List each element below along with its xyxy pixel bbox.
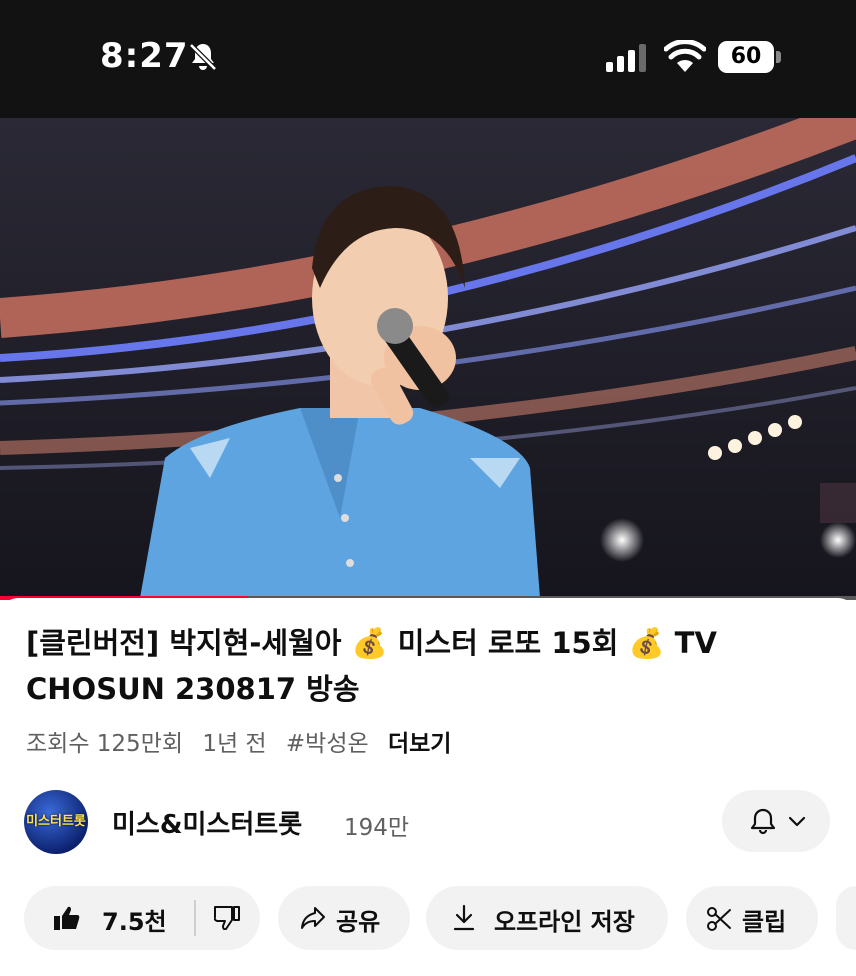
like-dislike-pill: 7.5천	[24, 886, 260, 950]
status-bar: 8:27 60	[0, 0, 856, 118]
bell-icon	[750, 808, 776, 835]
more-actions-button[interactable]	[836, 886, 856, 950]
subscriber-count: 194만	[344, 815, 410, 841]
channel-avatar-logo: 미스터트롯3	[26, 814, 86, 829]
like-count: 7.5천	[102, 908, 167, 936]
share-button[interactable]: 공유	[278, 886, 410, 950]
download-label: 오프라인 저장	[494, 908, 635, 936]
share-icon	[301, 907, 325, 929]
scissors-icon	[707, 907, 731, 931]
clip-label: 클립	[742, 908, 787, 936]
battery-indicator: 60	[718, 41, 774, 73]
video-player[interactable]	[0, 118, 856, 598]
pill-divider	[194, 900, 196, 936]
video-meta[interactable]: 조회수 125만회 1년 전 #박성온 더보기	[26, 724, 463, 758]
view-count: 조회수 125만회	[26, 731, 184, 757]
share-label: 공유	[336, 908, 381, 936]
more-button[interactable]: 더보기	[388, 731, 451, 757]
channel-row: 미스터트롯3 미스&미스터트롯 194만	[0, 784, 856, 860]
upload-age: 1년 전	[202, 731, 267, 757]
chevron-down-icon	[788, 816, 806, 827]
video-title[interactable]: [클린버전] 박지현-세월아 💰 미스터 로또 15회 💰 TV CHOSUN …	[26, 620, 826, 712]
thumbs-down-icon	[214, 906, 240, 930]
like-button[interactable]: 7.5천	[24, 886, 192, 950]
channel-avatar[interactable]: 미스터트롯3	[24, 790, 88, 854]
thumbs-up-icon	[54, 906, 80, 930]
download-icon	[453, 904, 475, 931]
bell-muted-icon	[189, 43, 217, 71]
clip-button[interactable]: 클립	[686, 886, 818, 950]
action-bar: 7.5천 공유 오프라인 저장 클립	[0, 886, 856, 952]
status-time: 8:27	[100, 36, 189, 76]
notification-settings-button[interactable]	[722, 790, 830, 852]
channel-name[interactable]: 미스&미스터트롯	[112, 804, 302, 841]
cellular-signal-icon	[606, 44, 646, 72]
video-frame	[0, 118, 856, 598]
hashtag-link[interactable]: #박성온	[286, 731, 369, 757]
download-button[interactable]: 오프라인 저장	[426, 886, 668, 950]
wifi-icon	[664, 40, 706, 72]
battery-cap	[776, 51, 781, 63]
dislike-button[interactable]	[198, 886, 260, 950]
